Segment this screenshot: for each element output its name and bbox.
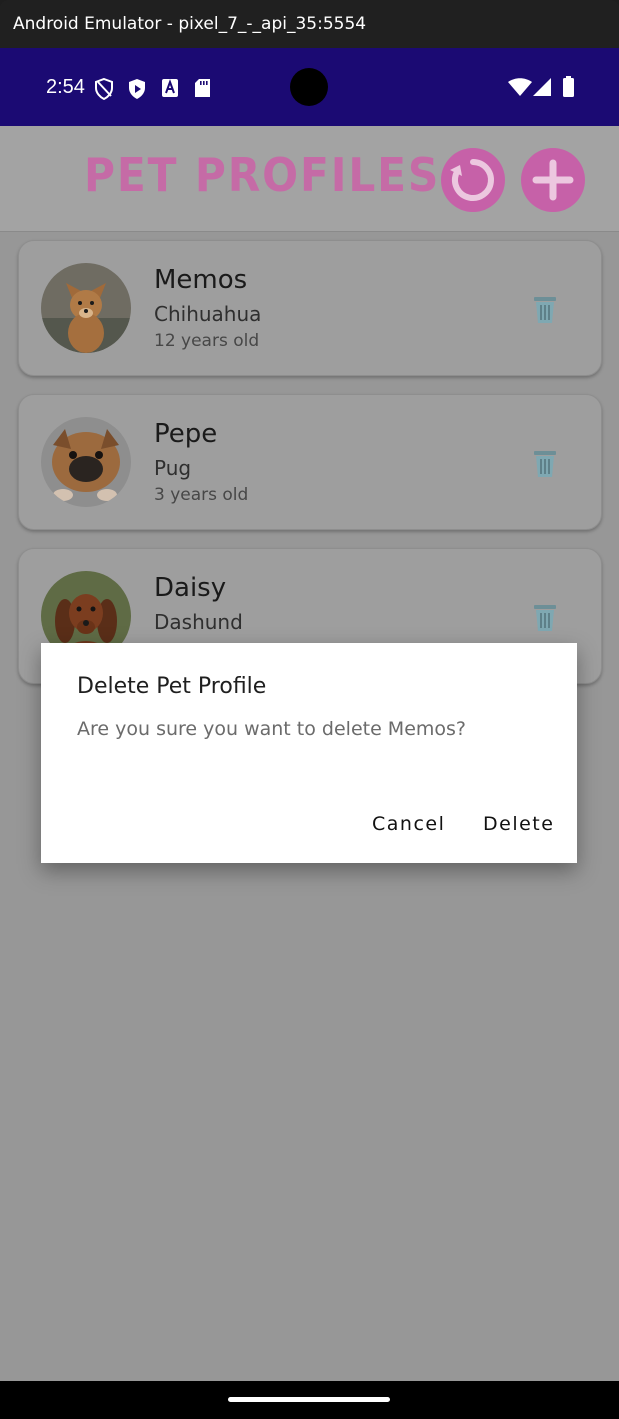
shield-outline-icon bbox=[95, 78, 113, 100]
cancel-button[interactable]: Cancel bbox=[372, 813, 445, 835]
status-bar: 2:54 bbox=[0, 48, 619, 126]
wifi-icon bbox=[508, 78, 532, 96]
font-a-icon bbox=[162, 79, 178, 97]
dialog-message: Are you sure you want to delete Memos? bbox=[77, 718, 467, 740]
delete-confirm-dialog: Delete Pet Profile Are you sure you want… bbox=[41, 643, 577, 863]
pet-breed: Dashund bbox=[154, 610, 243, 634]
page-title: PET PROFILES bbox=[84, 148, 441, 202]
battery-icon bbox=[563, 76, 574, 97]
pet-avatar bbox=[41, 417, 131, 507]
signal-icon bbox=[533, 78, 551, 96]
navigation-bar bbox=[0, 1381, 619, 1419]
trash-icon bbox=[534, 605, 556, 631]
pet-name: Daisy bbox=[154, 573, 227, 603]
pet-card[interactable]: Pepe Pug 3 years old bbox=[18, 394, 602, 530]
delete-pet-button[interactable] bbox=[531, 294, 559, 324]
delete-button[interactable]: Delete bbox=[483, 813, 554, 835]
pet-avatar bbox=[41, 263, 131, 353]
trash-icon bbox=[534, 451, 556, 477]
camera-cutout bbox=[290, 68, 328, 106]
sd-card-icon bbox=[195, 79, 210, 97]
pet-breed: Pug bbox=[154, 456, 192, 480]
dialog-title: Delete Pet Profile bbox=[77, 674, 267, 699]
emulator-title-bar: Android Emulator - pixel_7_-_api_35:5554 bbox=[0, 0, 619, 48]
trash-icon bbox=[534, 297, 556, 323]
status-time: 2:54 bbox=[46, 76, 85, 98]
pet-age: 12 years old bbox=[154, 331, 260, 351]
refresh-icon bbox=[450, 159, 494, 201]
add-pet-button[interactable] bbox=[521, 148, 585, 212]
plus-icon bbox=[532, 159, 574, 201]
home-gesture-handle[interactable] bbox=[228, 1397, 390, 1402]
app-header: PET PROFILES bbox=[0, 126, 619, 232]
pet-age: 3 years old bbox=[154, 485, 249, 505]
pet-breed: Chihuahua bbox=[154, 302, 262, 326]
pet-name: Memos bbox=[154, 265, 248, 295]
pet-name: Pepe bbox=[154, 419, 218, 449]
emulator-window-title: Android Emulator - pixel_7_-_api_35:5554 bbox=[13, 14, 367, 34]
pet-card[interactable]: Memos Chihuahua 12 years old bbox=[18, 240, 602, 376]
play-protect-icon bbox=[129, 79, 145, 99]
delete-pet-button[interactable] bbox=[531, 602, 559, 632]
delete-pet-button[interactable] bbox=[531, 448, 559, 478]
refresh-button[interactable] bbox=[441, 148, 505, 212]
